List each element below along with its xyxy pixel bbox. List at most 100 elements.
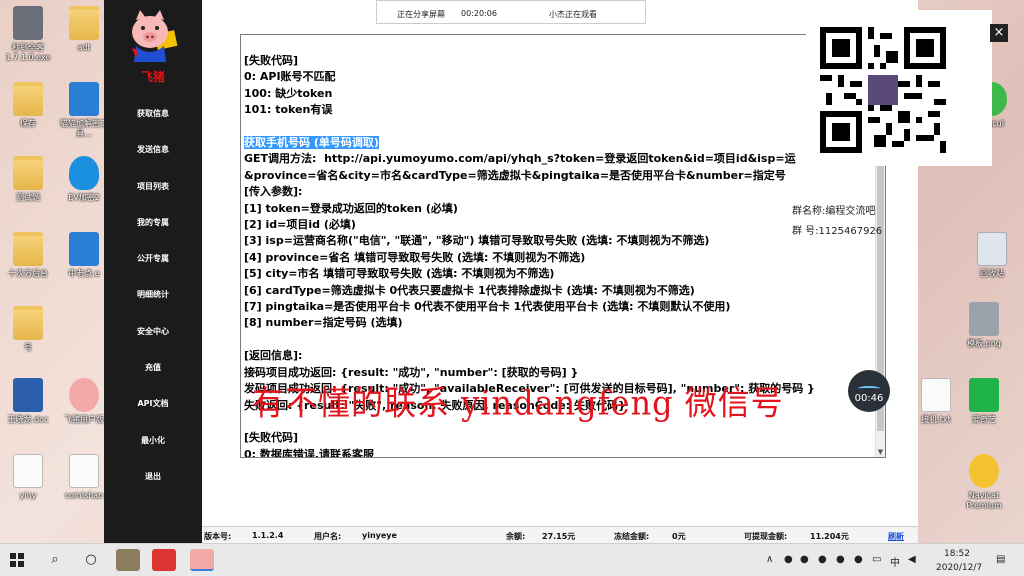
notification-icon[interactable]: ▤: [996, 554, 1005, 565]
desktop-icon-label: 爱奇艺: [972, 415, 996, 424]
doc-line-text: [7] pingtaika=是否使用平台卡 0代表不使用平台卡 1代表使用平台卡…: [244, 300, 731, 314]
doc-line: [7] pingtaika=是否使用平台卡 0代表不使用平台卡 1代表使用平台卡…: [244, 299, 875, 315]
close-icon[interactable]: ×: [990, 24, 1008, 42]
tray-chevron-up-icon[interactable]: ∧: [766, 554, 773, 565]
scroll-down-arrow-icon[interactable]: ▼: [876, 447, 885, 457]
doc-line: 101: token有误: [244, 102, 875, 118]
taskbar: ⌕ ○ ∧ ● ● ● ● ● ▭ 中 ◀ 18:52 2020/12/7 ▤: [0, 543, 1024, 576]
group-id-text: 群 号:1125467926: [792, 226, 883, 237]
desktop-icon-right-2[interactable]: 模板.png: [956, 302, 1012, 349]
doc-line-text: 100: 缺少token: [244, 86, 333, 100]
doc-line: [5] city=市名 填错可导致取号失败 (选填: 不填则视为不筛选): [244, 266, 875, 282]
doc-line: [失败代码]: [244, 430, 875, 446]
taskbar-app-browser-icon[interactable]: [116, 549, 140, 571]
sidebar-item-recharge[interactable]: 充值: [104, 350, 202, 386]
sidebar-item-api-docs[interactable]: API文档: [104, 386, 202, 422]
sidebar-item-send-info[interactable]: 发送信息: [104, 132, 202, 168]
pig-icon: [69, 378, 99, 412]
doc-line: 获取手机号码 (单号码调取): [244, 135, 875, 151]
balance-label: 余额:: [506, 532, 526, 541]
desktop-icon-4[interactable]: 测试题: [0, 156, 56, 203]
doc-line: 0: API账号不匹配: [244, 69, 875, 85]
app-icon: [69, 82, 99, 116]
folder-icon: [13, 306, 43, 340]
desktop-icon-8[interactable]: 号: [0, 306, 56, 353]
doc-line: [244, 332, 875, 348]
doc-line: 100: 缺少token: [244, 86, 875, 102]
tray-app-icon[interactable]: ●: [818, 554, 827, 565]
screen-share-bar: 正在分享屏幕 00:20:06 小杰正在观看: [376, 0, 646, 24]
sidebar-item-statistics[interactable]: 明细统计: [104, 277, 202, 313]
clock-time[interactable]: 18:52: [944, 549, 970, 559]
doc-line: &province=省名&city=市名&cardType=筛选虚拟卡&ping…: [244, 168, 875, 184]
desktop-icon-label: 秒到全客1.7.1.0.exe: [5, 43, 51, 62]
desktop-icon-label: 十次方后台: [8, 269, 48, 278]
folder-icon: [13, 232, 43, 266]
taskbar-app-pig-icon[interactable]: [190, 549, 214, 571]
folder-icon: [13, 156, 43, 190]
doc-line-text: 0: 数据库错误,请联系客服: [244, 447, 375, 457]
doc-line: GET调用方法: http://api.yumoyumo.com/api/yhq…: [244, 151, 875, 167]
desktop-icon-label: 回收站: [980, 269, 1004, 278]
desktop-icon-11[interactable]: yiny: [0, 454, 56, 501]
doc-line-text: [失败代码]: [244, 54, 299, 67]
pig-logo-icon: [132, 10, 178, 62]
clock-date[interactable]: 2020/12/7: [936, 563, 982, 573]
doc-line: [返回信息]:: [244, 348, 875, 364]
sidebar-item-get-info[interactable]: 获取信息: [104, 96, 202, 132]
sidebar-item-project-list[interactable]: 项目列表: [104, 169, 202, 205]
desktop-icon-right-3[interactable]: 爱奇艺: [956, 378, 1012, 425]
balance-value: 27.15元: [542, 532, 576, 541]
app-icon: [69, 232, 99, 266]
group-name-text: 群名称:编程交流吧: [792, 206, 876, 217]
version-value: 1.1.2.4: [252, 531, 284, 540]
doc-line: [传入参数]:: [244, 184, 875, 200]
desktop-icon-label: yiny: [19, 491, 37, 500]
taskbar-app-red-icon[interactable]: [152, 549, 176, 571]
sidebar-item-public-exclusive[interactable]: 公开专属: [104, 241, 202, 277]
doc-line: [8] number=指定号码 (选填): [244, 315, 875, 331]
tray-app-icon[interactable]: ●: [836, 554, 845, 565]
iqiyi-icon: [969, 378, 999, 412]
doc-line: [2] id=项目id (必填): [244, 217, 875, 233]
recording-timer[interactable]: 00:46: [848, 370, 890, 412]
start-button[interactable]: [4, 549, 30, 571]
share-status: 正在分享屏幕: [397, 10, 445, 19]
tray-app-icon[interactable]: ●: [784, 554, 793, 565]
doc-line-text: [返回信息]:: [244, 349, 303, 363]
desktop-icon-2[interactable]: 保存: [0, 82, 56, 129]
desktop-icon-0[interactable]: 秒到全客1.7.1.0.exe: [0, 6, 56, 63]
user-value: yinyeye: [362, 531, 397, 540]
doc-line-text: [4] province=省名 填错可导致取号失败 (选填: 不填则视为不筛选): [244, 250, 586, 264]
desktop-icon-label: 测试题: [16, 193, 40, 202]
volume-icon[interactable]: ◀: [908, 554, 916, 565]
recycle-bin-icon: [977, 232, 1007, 266]
sidebar-item-security[interactable]: 安全中心: [104, 314, 202, 350]
doc-line: [6] cardType=筛选虚拟卡 0代表只要虚拟卡 1代表排除虚拟卡 (选填…: [244, 283, 875, 299]
doc-icon: [921, 378, 951, 412]
desktop-icon-right-5[interactable]: Navicat Premium: [956, 454, 1012, 511]
sidebar-item-minimize[interactable]: 最小化: [104, 423, 202, 459]
desktop-icon-9[interactable]: 王晓龙.doc: [0, 378, 56, 425]
qr-code-panel: [806, 10, 992, 166]
frozen-value: 0元: [672, 532, 686, 541]
tray-app-icon[interactable]: ●: [800, 554, 809, 565]
sidebar-item-my-exclusive[interactable]: 我的专属: [104, 205, 202, 241]
doc-line-text: 获取手机号码 (单号码调取): [244, 136, 379, 150]
task-view-icon[interactable]: ○: [78, 549, 104, 571]
doc-line: [失败代码]: [244, 53, 875, 69]
desktop-icon-right-1[interactable]: 回收站: [964, 232, 1020, 279]
desktop-icon-6[interactable]: 十次方后台: [0, 232, 56, 279]
search-icon[interactable]: ⌕: [42, 549, 68, 571]
network-icon[interactable]: ▭: [872, 554, 881, 565]
doc-line: [3] isp=运营商名称("电信", "联通", "移动") 填错可导致取号失…: [244, 233, 875, 249]
tray-app-icon[interactable]: ●: [854, 554, 863, 565]
sidebar-item-exit[interactable]: 退出: [104, 459, 202, 495]
doc-line-text: 101: token有误: [244, 103, 333, 117]
doc-line-text: [2] id=项目id (必填): [244, 218, 356, 232]
refresh-link[interactable]: 刷新: [888, 531, 904, 542]
doc-line-text: [3] isp=运营商名称("电信", "联通", "移动") 填错可导致取号失…: [244, 234, 710, 248]
navicat-icon: [969, 454, 999, 488]
ime-indicator[interactable]: 中: [890, 554, 900, 569]
doc-line: [4] province=省名 填错可导致取号失败 (选填: 不填则视为不筛选): [244, 250, 875, 266]
